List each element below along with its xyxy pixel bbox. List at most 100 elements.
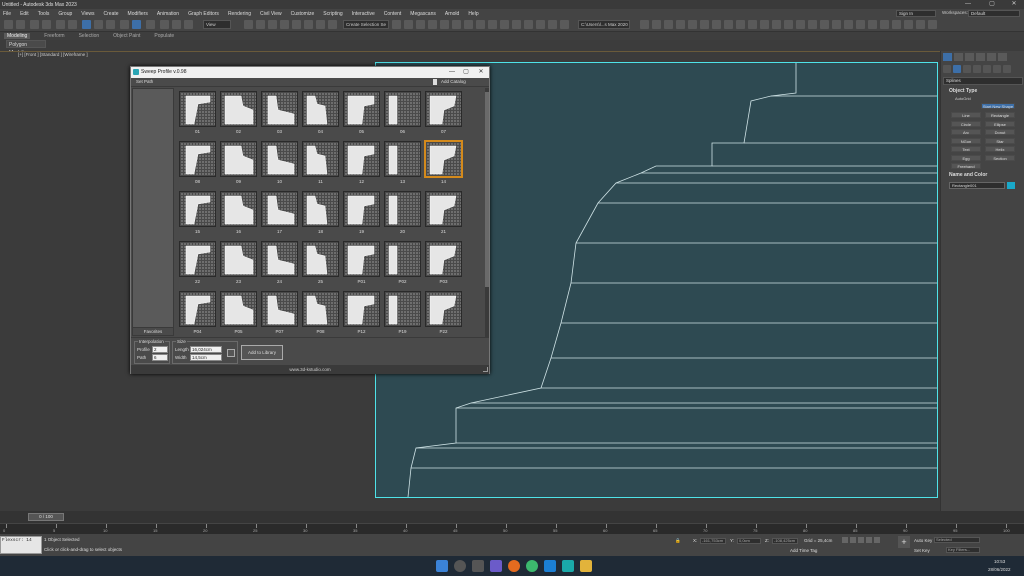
profile-preview-image[interactable]: [302, 91, 339, 127]
dialog-close-button[interactable]: ✕: [474, 67, 488, 78]
profile-thumbnail[interactable]: P22: [425, 291, 462, 336]
toolbar-tool-44-icon[interactable]: [700, 20, 709, 29]
profile-preview-image[interactable]: [384, 291, 421, 327]
resize-grip-icon[interactable]: [483, 367, 488, 372]
profile-preview-image[interactable]: [384, 241, 421, 277]
profile-preview-image[interactable]: [384, 191, 421, 227]
toolbar-tool-28-icon[interactable]: [440, 20, 449, 29]
add-to-library-button[interactable]: Add to Library: [241, 345, 283, 360]
menu-item-graph-editors[interactable]: Graph Editors: [188, 11, 219, 17]
cameras-icon[interactable]: [973, 65, 981, 73]
helpers-icon[interactable]: [983, 65, 991, 73]
toolbar-tool-38-icon[interactable]: [560, 20, 569, 29]
create-tab-icon[interactable]: [943, 53, 952, 61]
select-rotate-icon[interactable]: [146, 20, 155, 29]
profile-thumbnail[interactable]: P12: [343, 291, 380, 336]
profile-preview-image[interactable]: [302, 191, 339, 227]
thumbnail-scrollbar[interactable]: [485, 88, 489, 337]
firefox-icon[interactable]: [508, 560, 520, 572]
toolbar-tool-41-icon[interactable]: [664, 20, 673, 29]
profile-thumbnail[interactable]: P02: [384, 241, 421, 286]
chrome-icon[interactable]: [526, 560, 538, 572]
menu-item-create[interactable]: Create: [104, 11, 119, 17]
profile-preview-image[interactable]: [343, 291, 380, 327]
toolbar-tool-30-icon[interactable]: [464, 20, 473, 29]
profile-preview-image[interactable]: [343, 191, 380, 227]
toolbar-tool-34-icon[interactable]: [512, 20, 521, 29]
toolbar-tool-61-icon[interactable]: [904, 20, 913, 29]
add-catalog-button[interactable]: Add Catalog: [441, 79, 466, 84]
menu-item-scripting[interactable]: Scripting: [323, 11, 342, 17]
menu-item-modifiers[interactable]: Modifiers: [128, 11, 148, 17]
menu-item-civil-view[interactable]: Civil View: [260, 11, 282, 17]
workspace-select[interactable]: Default: [968, 10, 1020, 17]
menu-item-help[interactable]: Help: [468, 11, 478, 17]
select-place-icon[interactable]: [172, 20, 181, 29]
align-icon[interactable]: [316, 20, 325, 29]
toolbar-tool-57-icon[interactable]: [856, 20, 865, 29]
selection-filter-icon[interactable]: [68, 20, 77, 29]
geometry-icon[interactable]: [943, 65, 951, 73]
profile-preview-image[interactable]: [384, 91, 421, 127]
file-explorer-icon[interactable]: [580, 560, 592, 572]
profile-preview-image[interactable]: [425, 191, 462, 227]
profile-preview-image[interactable]: [425, 241, 462, 277]
profile-preview-image[interactable]: [343, 141, 380, 177]
scrollbar-thumb[interactable]: [485, 92, 489, 287]
length-spinner[interactable]: 16,024cm: [190, 346, 222, 353]
time-slider-knob[interactable]: 0 / 100: [28, 513, 64, 521]
toolbar-tool-35-icon[interactable]: [524, 20, 533, 29]
object-color-swatch[interactable]: [1007, 182, 1015, 189]
play-icon[interactable]: [858, 537, 864, 543]
toggle-scene-explorer-icon[interactable]: [328, 20, 337, 29]
profile-preview-image[interactable]: [261, 191, 298, 227]
shape-button-rectangle[interactable]: Rectangle: [985, 112, 1015, 118]
toolbar-tool-45-icon[interactable]: [712, 20, 721, 29]
timeline-track[interactable]: 0 5 10 15 20 25 30 35 40 45 50 55 60 65 70 75 80 85 90 95 10…: [0, 523, 1024, 534]
autogrid-checkbox[interactable]: AutoGrid: [955, 96, 971, 101]
lights-icon[interactable]: [963, 65, 971, 73]
add-time-tag[interactable]: Add Time Tag: [790, 548, 817, 553]
toolbar-tool-31-icon[interactable]: [476, 20, 485, 29]
menu-item-customize[interactable]: Customize: [291, 11, 315, 17]
toolbar-tool-43-icon[interactable]: [688, 20, 697, 29]
profile-thumbnail[interactable]: P01: [343, 241, 380, 286]
chat-icon[interactable]: [490, 560, 502, 572]
name-color-header[interactable]: Name and Color: [943, 171, 1023, 179]
angle-snap-icon[interactable]: [256, 20, 265, 29]
profile-preview-image[interactable]: [343, 241, 380, 277]
profile-preview-image[interactable]: [179, 91, 216, 127]
shape-button-circle[interactable]: Circle: [951, 120, 981, 127]
profile-thumbnail[interactable]: P05: [220, 291, 257, 336]
mirror-icon[interactable]: [304, 20, 313, 29]
utilities-tab-icon[interactable]: [998, 53, 1007, 61]
profile-thumbnail[interactable]: 10: [261, 141, 298, 186]
key-filters-button[interactable]: Key Filters...: [946, 547, 980, 553]
shape-button-donut[interactable]: Donut: [985, 129, 1015, 135]
select-by-name-icon[interactable]: [94, 20, 103, 29]
toolbar-tool-48-icon[interactable]: [748, 20, 757, 29]
ribbon-tab-selection[interactable]: Selection: [79, 33, 100, 39]
profile-thumbnail[interactable]: 22: [179, 241, 216, 286]
profile-thumbnail[interactable]: 11: [302, 141, 339, 186]
toolbar-tool-62-icon[interactable]: [916, 20, 925, 29]
profile-thumbnail[interactable]: 15: [179, 191, 216, 236]
profile-preview-image[interactable]: [343, 91, 380, 127]
bind-spacewarp-icon[interactable]: [56, 20, 65, 29]
shape-button-ellipse[interactable]: Ellipse: [985, 120, 1015, 127]
profile-thumbnail[interactable]: 23: [220, 241, 257, 286]
shape-button-freehand[interactable]: Freehand: [951, 163, 981, 169]
profile-spinner[interactable]: 2: [152, 346, 168, 353]
profile-thumbnail[interactable]: P03: [425, 241, 462, 286]
shape-button-ngon[interactable]: NGon: [951, 137, 981, 144]
shape-button-star[interactable]: Star: [985, 137, 1015, 144]
profile-preview-image[interactable]: [179, 241, 216, 277]
sign-in-button[interactable]: Sign In: [896, 10, 936, 17]
profile-preview-image[interactable]: [425, 141, 462, 177]
profile-preview-image[interactable]: [302, 241, 339, 277]
toolbar-tool-63-icon[interactable]: [928, 20, 937, 29]
toolbar-tool-55-icon[interactable]: [832, 20, 841, 29]
clock-time[interactable]: 10:53: [994, 559, 1005, 564]
width-spinner[interactable]: 14,5cm: [190, 354, 222, 361]
profile-thumbnail[interactable]: P07: [261, 291, 298, 336]
